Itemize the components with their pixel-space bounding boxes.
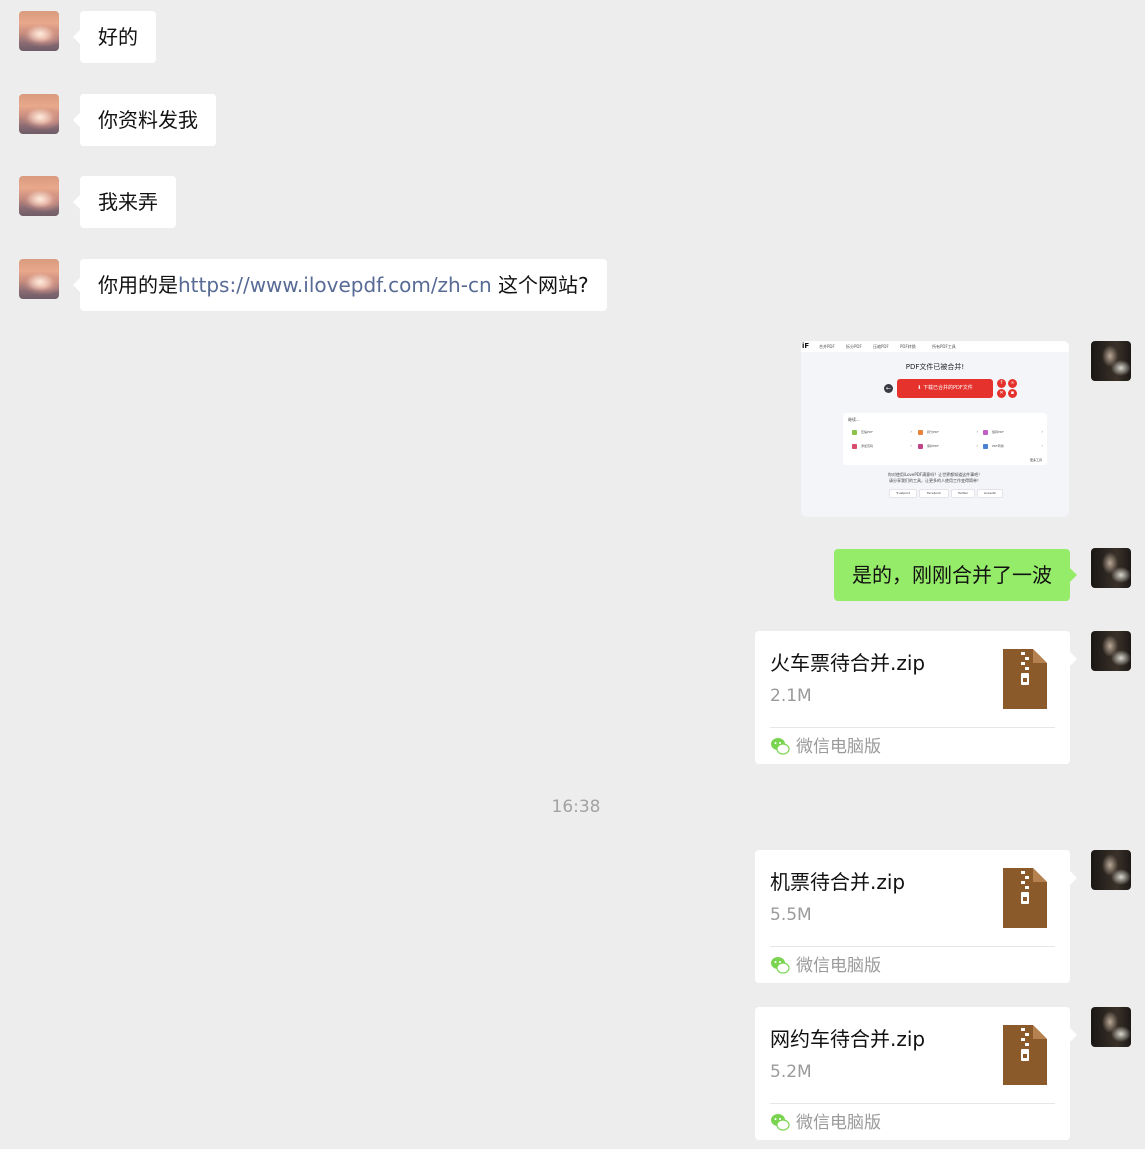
back-arrow-icon: ← — [884, 384, 893, 393]
file-name: 机票待合并.zip — [770, 870, 906, 894]
my-avatar[interactable] — [1091, 631, 1131, 671]
file-name: 火车票待合并.zip — [770, 651, 926, 675]
share-chip: Trustpilot — [889, 489, 917, 498]
tool-item: PDF转换 › — [983, 443, 1043, 451]
chevron-right-icon: › — [910, 429, 912, 434]
message-text: 我来弄 — [98, 190, 158, 214]
screenshot-navbar: iF 合并PDF 拆分PDF 压缩PDF PDF转换 所有PDF工具 — [801, 341, 1069, 352]
contact-avatar[interactable] — [19, 259, 59, 299]
message-bubble[interactable]: 我来弄 — [73, 176, 176, 228]
message-bubble[interactable]: 好的 — [73, 11, 156, 63]
screenshot-nav-item: 拆分PDF — [846, 344, 862, 349]
my-avatar[interactable] — [1091, 850, 1131, 890]
page-number-icon — [852, 444, 857, 449]
tool-label: 旋转PDF — [992, 430, 1004, 434]
trash-icon: ▪ — [1008, 389, 1017, 398]
file-source-label: 微信电脑版 — [796, 956, 881, 976]
message-link[interactable]: https://www.ilovepdf.com/zh-cn — [178, 273, 492, 297]
zip-file-icon — [1003, 1025, 1047, 1085]
rotate-icon — [983, 430, 988, 435]
file-size: 5.5M — [770, 905, 812, 925]
tool-label: 保护PDF — [927, 444, 939, 448]
chevron-right-icon: › — [976, 443, 978, 448]
screenshot-nav-item: 压缩PDF — [873, 344, 889, 349]
wechat-icon — [771, 1114, 790, 1131]
message-bubble[interactable]: 你资料发我 — [73, 94, 216, 146]
download-label: 下载已合并的PDF文件 — [923, 385, 973, 391]
link-icon: ∞ — [1008, 379, 1017, 388]
protect-icon — [918, 444, 923, 449]
tool-item: 保护PDF › — [918, 443, 978, 451]
contact-avatar[interactable] — [19, 11, 59, 51]
contact-avatar[interactable] — [19, 94, 59, 134]
file-divider — [770, 1103, 1055, 1104]
screenshot-download-button: ⬇ 下载已合并的PDF文件 — [897, 379, 993, 398]
file-message-card[interactable]: 火车票待合并.zip 2.1M 微信电脑版 — [755, 631, 1077, 764]
contact-avatar[interactable] — [19, 176, 59, 216]
tool-label: 添加页码 — [861, 444, 874, 448]
tool-item: 拆分PDF › — [918, 429, 978, 437]
zip-file-icon — [1003, 868, 1047, 928]
file-divider — [770, 727, 1055, 728]
my-avatar[interactable] — [1091, 341, 1131, 381]
screenshot-nav-item: 合并PDF — [819, 344, 835, 349]
file-name: 网约车待合并.zip — [770, 1027, 926, 1051]
chevron-right-icon: › — [910, 443, 912, 448]
zip-file-icon — [1003, 649, 1047, 709]
message-text: 好的 — [98, 25, 138, 49]
delete-icon: ✕ — [997, 389, 1006, 398]
file-source-label: 微信电脑版 — [796, 1113, 881, 1133]
tool-label: 拆分PDF — [927, 430, 939, 434]
tool-item: 添加页码 › — [852, 443, 912, 451]
message-text: 这个网站? — [491, 273, 589, 297]
tool-item: 旋转PDF › — [983, 429, 1043, 437]
convert-icon — [983, 444, 988, 449]
wechat-icon — [771, 738, 790, 755]
tool-item: 压缩PDF › — [852, 429, 912, 437]
screenshot-nav-item: PDF转换 — [900, 344, 916, 349]
compress-icon — [852, 430, 857, 435]
message-bubble[interactable]: 你用的是https://www.ilovepdf.com/zh-cn 这个网站? — [73, 259, 607, 311]
message-text: 你用的是 — [98, 273, 178, 297]
tool-label: PDF转换 — [992, 444, 1004, 448]
split-icon — [918, 430, 923, 435]
ilovepdf-logo: iF — [802, 342, 810, 350]
chevron-right-icon: › — [1041, 429, 1043, 434]
my-avatar[interactable] — [1091, 548, 1131, 588]
file-divider — [770, 946, 1055, 947]
my-avatar[interactable] — [1091, 1007, 1131, 1047]
share-chip: Twitter — [951, 489, 975, 498]
time-separator: 16:38 — [551, 797, 601, 817]
screenshot-title: PDF文件已被合并! — [905, 363, 965, 371]
chevron-right-icon: › — [976, 429, 978, 434]
more-tools-link: 更多工具 — [1029, 458, 1042, 462]
screenshot-footer-line: 请分享我们的工具，让更多的人使用工作变得简单！ — [889, 478, 981, 483]
file-message-card[interactable]: 网约车待合并.zip 5.2M 微信电脑版 — [755, 1007, 1077, 1140]
message-bubble[interactable]: 是的，刚刚合并了一波 — [834, 549, 1077, 601]
wechat-icon — [771, 957, 790, 974]
upload-icon: ↑ — [997, 379, 1006, 388]
chevron-right-icon: › — [1041, 443, 1043, 448]
continue-label: 继续... — [848, 417, 860, 422]
file-source-label: 微信电脑版 — [796, 737, 881, 757]
file-message-card[interactable]: 机票待合并.zip 5.5M 微信电脑版 — [755, 850, 1077, 983]
screenshot-continue-card: 继续... 压缩PDF › 拆分PDF › 旋转PDF › 添加页码 › 保护P… — [843, 413, 1047, 465]
screenshot-nav-item: 所有PDF工具 — [932, 344, 956, 349]
file-size: 2.1M — [770, 686, 812, 706]
file-size: 5.2M — [770, 1062, 812, 1082]
message-text: 你资料发我 — [98, 108, 198, 132]
message-text: 是的，刚刚合并了一波 — [852, 563, 1052, 587]
screenshot-image-message[interactable]: iF 合并PDF 拆分PDF 压缩PDF PDF转换 所有PDF工具 PDF文件… — [801, 341, 1069, 517]
tool-label: 压缩PDF — [861, 430, 873, 434]
share-chip: LinkedIn — [977, 489, 1003, 498]
share-chip: Facebook — [919, 489, 949, 498]
